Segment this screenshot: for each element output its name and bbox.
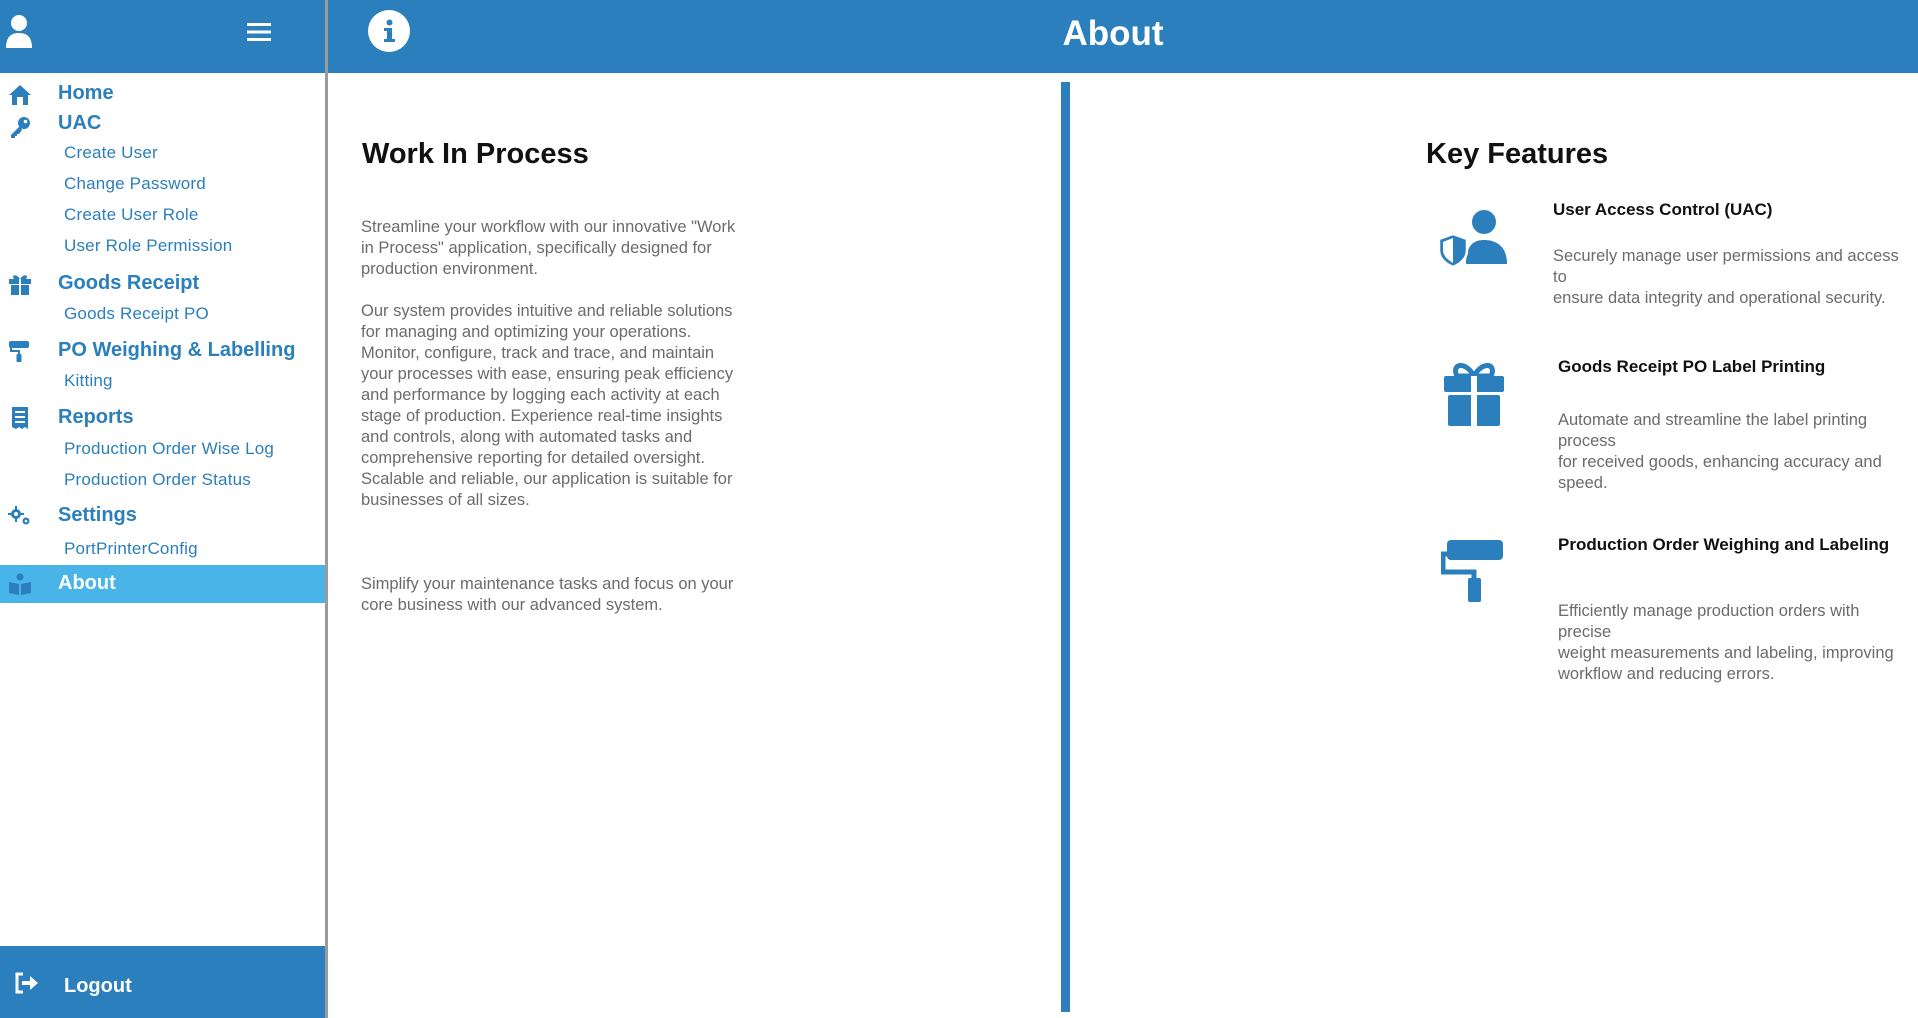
sidebar-item-settings[interactable]: Settings bbox=[0, 499, 325, 533]
feature-desc-uac: Securely manage user permissions and acc… bbox=[1553, 247, 1899, 307]
sign-out-icon bbox=[15, 972, 38, 994]
sidebar-header bbox=[0, 0, 325, 73]
content-divider bbox=[1061, 82, 1070, 1012]
sidebar-item-about[interactable]: About bbox=[0, 565, 325, 603]
gift-icon bbox=[1444, 363, 1504, 426]
sidebar: Home UAC Create User Change Password Cre… bbox=[0, 0, 326, 1018]
sidebar-item-po-weighing[interactable]: PO Weighing & Labelling bbox=[0, 333, 325, 367]
feature-desc-goods-receipt: Automate and streamline the label printi… bbox=[1558, 411, 1882, 492]
sidebar-divider bbox=[325, 0, 328, 1018]
feature-desc-production-order: Efficiently manage production orders wit… bbox=[1558, 602, 1894, 683]
logout-button[interactable]: Logout bbox=[0, 946, 325, 1018]
paint-roller-icon bbox=[9, 341, 29, 362]
sidebar-item-home[interactable]: Home bbox=[0, 77, 325, 111]
sidebar-item-goods-receipt[interactable]: Goods Receipt bbox=[0, 266, 325, 300]
user-icon[interactable] bbox=[4, 14, 34, 48]
book-reader-icon bbox=[9, 573, 31, 595]
user-shield-icon bbox=[1438, 210, 1507, 268]
sidebar-item-label: Reports bbox=[58, 406, 134, 428]
sidebar-subitem-production-order-wise-log[interactable]: Production Order Wise Log bbox=[64, 439, 274, 459]
paint-roller-icon bbox=[1441, 540, 1503, 602]
hamburger-menu-icon[interactable] bbox=[245, 18, 273, 46]
sidebar-subitem-change-password[interactable]: Change Password bbox=[64, 174, 206, 194]
closing-paragraph: Simplify your maintenance tasks and focu… bbox=[361, 575, 734, 614]
receipt-icon bbox=[12, 407, 28, 429]
feature-title-production-order: Production Order Weighing and Labeling bbox=[1558, 535, 1890, 554]
feature-title-uac: User Access Control (UAC) bbox=[1553, 200, 1773, 219]
sidebar-item-reports[interactable]: Reports bbox=[0, 400, 325, 434]
page-title: About bbox=[1062, 14, 1164, 53]
sidebar-item-label: PO Weighing & Labelling bbox=[58, 339, 296, 361]
gears-icon bbox=[8, 506, 30, 525]
sidebar-item-label: Home bbox=[58, 82, 114, 104]
intro-paragraph: Streamline your workflow with our innova… bbox=[361, 218, 736, 278]
sidebar-subitem-create-user[interactable]: Create User bbox=[64, 143, 158, 163]
page-header: About bbox=[328, 0, 1918, 73]
sidebar-item-uac[interactable]: UAC bbox=[0, 109, 325, 143]
logout-label: Logout bbox=[64, 975, 132, 997]
gift-icon bbox=[9, 275, 31, 295]
sidebar-item-label: About bbox=[58, 572, 116, 594]
home-icon bbox=[9, 85, 31, 105]
description-paragraph: Our system provides intuitive and reliab… bbox=[361, 302, 734, 509]
sidebar-subitem-portprinterconfig[interactable]: PortPrinterConfig bbox=[64, 539, 198, 559]
sidebar-item-label: UAC bbox=[58, 112, 102, 134]
key-icon bbox=[11, 117, 30, 138]
sidebar-subitem-production-order-status[interactable]: Production Order Status bbox=[64, 470, 251, 490]
sidebar-subitem-create-user-role[interactable]: Create User Role bbox=[64, 205, 199, 225]
sidebar-subitem-user-role-permission[interactable]: User Role Permission bbox=[64, 236, 232, 256]
sidebar-item-label: Settings bbox=[58, 504, 137, 526]
sidebar-subitem-kitting[interactable]: Kitting bbox=[64, 371, 113, 391]
feature-title-goods-receipt: Goods Receipt PO Label Printing bbox=[1558, 357, 1826, 376]
sidebar-item-label: Goods Receipt bbox=[58, 272, 200, 294]
work-in-process-title: Work In Process bbox=[362, 138, 589, 170]
sidebar-subitem-goods-receipt-po[interactable]: Goods Receipt PO bbox=[64, 304, 209, 324]
key-features-title: Key Features bbox=[1426, 138, 1609, 170]
